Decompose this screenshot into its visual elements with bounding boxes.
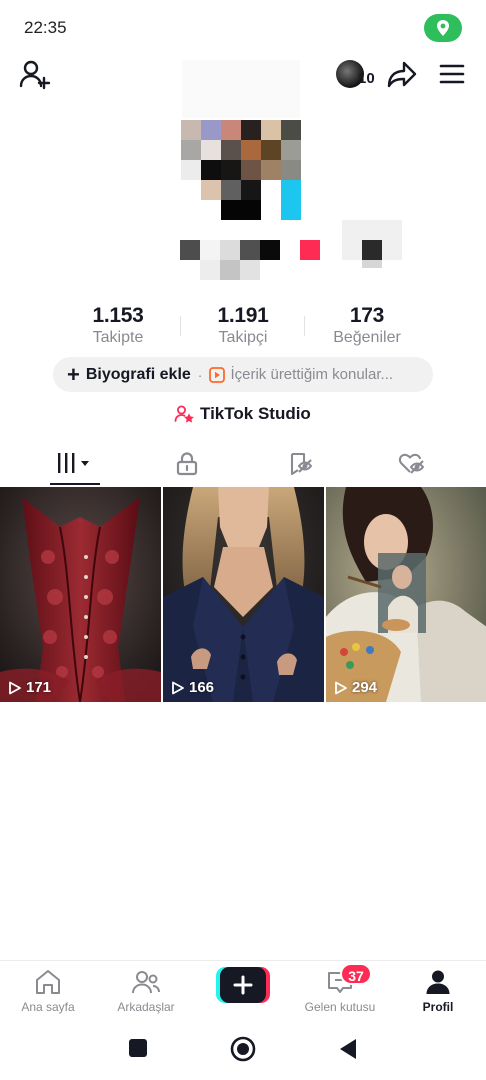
profile-tabs — [0, 442, 486, 486]
followers-label: Takipçi — [218, 329, 268, 346]
profile-stats: 1.153 Takipte 1.191 Takipçi 173 Beğenile… — [0, 304, 486, 354]
plus-icon: + — [67, 361, 80, 387]
profile-photo-pixelated — [178, 60, 410, 290]
play-icon — [335, 681, 347, 694]
back-button[interactable] — [338, 1038, 358, 1065]
followers-count: 1.191 — [217, 304, 269, 327]
play-icon — [9, 681, 21, 694]
tab-liked[interactable] — [382, 442, 442, 486]
nav-friends[interactable]: Arkadaşlar — [98, 967, 194, 1019]
video-thumbnail-image — [326, 487, 486, 702]
nav-profile[interactable]: Profil — [390, 967, 486, 1019]
add-bio-button[interactable]: + Biyografi ekle · İçerik ürettiğim konu… — [53, 357, 433, 392]
lock-icon — [176, 452, 198, 476]
tiktok-studio-link[interactable]: TikTok Studio — [174, 402, 311, 426]
following-label: Takipte — [92, 329, 144, 346]
view-count: 171 — [8, 679, 51, 696]
location-pin-icon — [437, 20, 449, 36]
video-grid: 171 166 294 — [0, 487, 486, 702]
inbox-unread-badge: 37 — [340, 963, 372, 985]
plus-create-icon — [216, 967, 270, 1003]
heart-hidden-icon — [398, 453, 425, 474]
status-bar: 22:35 — [0, 0, 486, 56]
hamburger-menu-icon — [439, 64, 465, 84]
location-indicator — [424, 14, 462, 42]
add-user-icon — [19, 60, 51, 90]
studio-user-star-icon — [174, 405, 194, 423]
nav-home-label: Ana sayfa — [21, 1000, 75, 1014]
view-count-value: 294 — [352, 679, 378, 696]
video-thumbnail[interactable]: 171 — [0, 487, 161, 702]
stat-likes[interactable]: 173 Beğeniler — [307, 304, 427, 347]
stat-divider — [180, 316, 181, 336]
videos-grid-icon — [58, 453, 89, 473]
home-icon — [36, 970, 60, 994]
video-thumbnail[interactable]: 166 — [163, 487, 324, 702]
menu-button[interactable] — [438, 60, 466, 88]
system-navigation-bar — [0, 1022, 486, 1080]
tab-private[interactable] — [157, 442, 217, 486]
content-topics-icon — [209, 366, 226, 383]
stat-followers[interactable]: 1.191 Takipçi — [183, 304, 303, 347]
profile-icon — [426, 970, 450, 994]
content-topics-label: İçerik ürettiğim konular... — [230, 366, 394, 383]
add-friend-button[interactable] — [18, 58, 52, 92]
nav-profile-label: Profil — [422, 1000, 454, 1014]
stat-divider — [304, 316, 305, 336]
recents-button[interactable] — [128, 1038, 148, 1063]
video-thumbnail[interactable]: 294 — [326, 487, 486, 702]
likes-label: Beğeniler — [333, 329, 401, 346]
tiktok-studio-label: TikTok Studio — [200, 404, 311, 423]
add-bio-label: Biyografi ekle — [85, 365, 191, 383]
active-tab-indicator — [50, 483, 100, 485]
square-icon — [129, 1039, 147, 1057]
nav-friends-label: Arkadaşlar — [117, 1000, 175, 1014]
tab-videos[interactable] — [45, 442, 105, 486]
stat-following[interactable]: 1.153 Takipte — [58, 304, 178, 347]
create-video-button[interactable] — [216, 967, 270, 1003]
friends-icon — [132, 971, 160, 994]
circle-icon — [230, 1036, 256, 1062]
tab-favorites[interactable] — [270, 442, 330, 486]
bio-separator: · — [197, 366, 203, 383]
view-count-value: 166 — [189, 679, 215, 696]
video-thumbnail-image — [163, 487, 324, 702]
play-icon — [172, 681, 184, 694]
following-count: 1.153 — [92, 304, 144, 327]
video-thumbnail-image — [0, 487, 161, 702]
home-system-button[interactable] — [230, 1036, 256, 1067]
status-time: 22:35 — [24, 18, 67, 37]
nav-home[interactable]: Ana sayfa — [0, 967, 96, 1019]
nav-inbox-label: Gelen kutusu — [304, 1000, 376, 1014]
likes-count: 173 — [349, 304, 385, 327]
view-count: 294 — [334, 679, 377, 696]
view-count: 166 — [171, 679, 214, 696]
back-triangle-icon — [340, 1039, 356, 1059]
view-count-value: 171 — [26, 679, 52, 696]
bookmark-hidden-icon — [290, 452, 313, 476]
